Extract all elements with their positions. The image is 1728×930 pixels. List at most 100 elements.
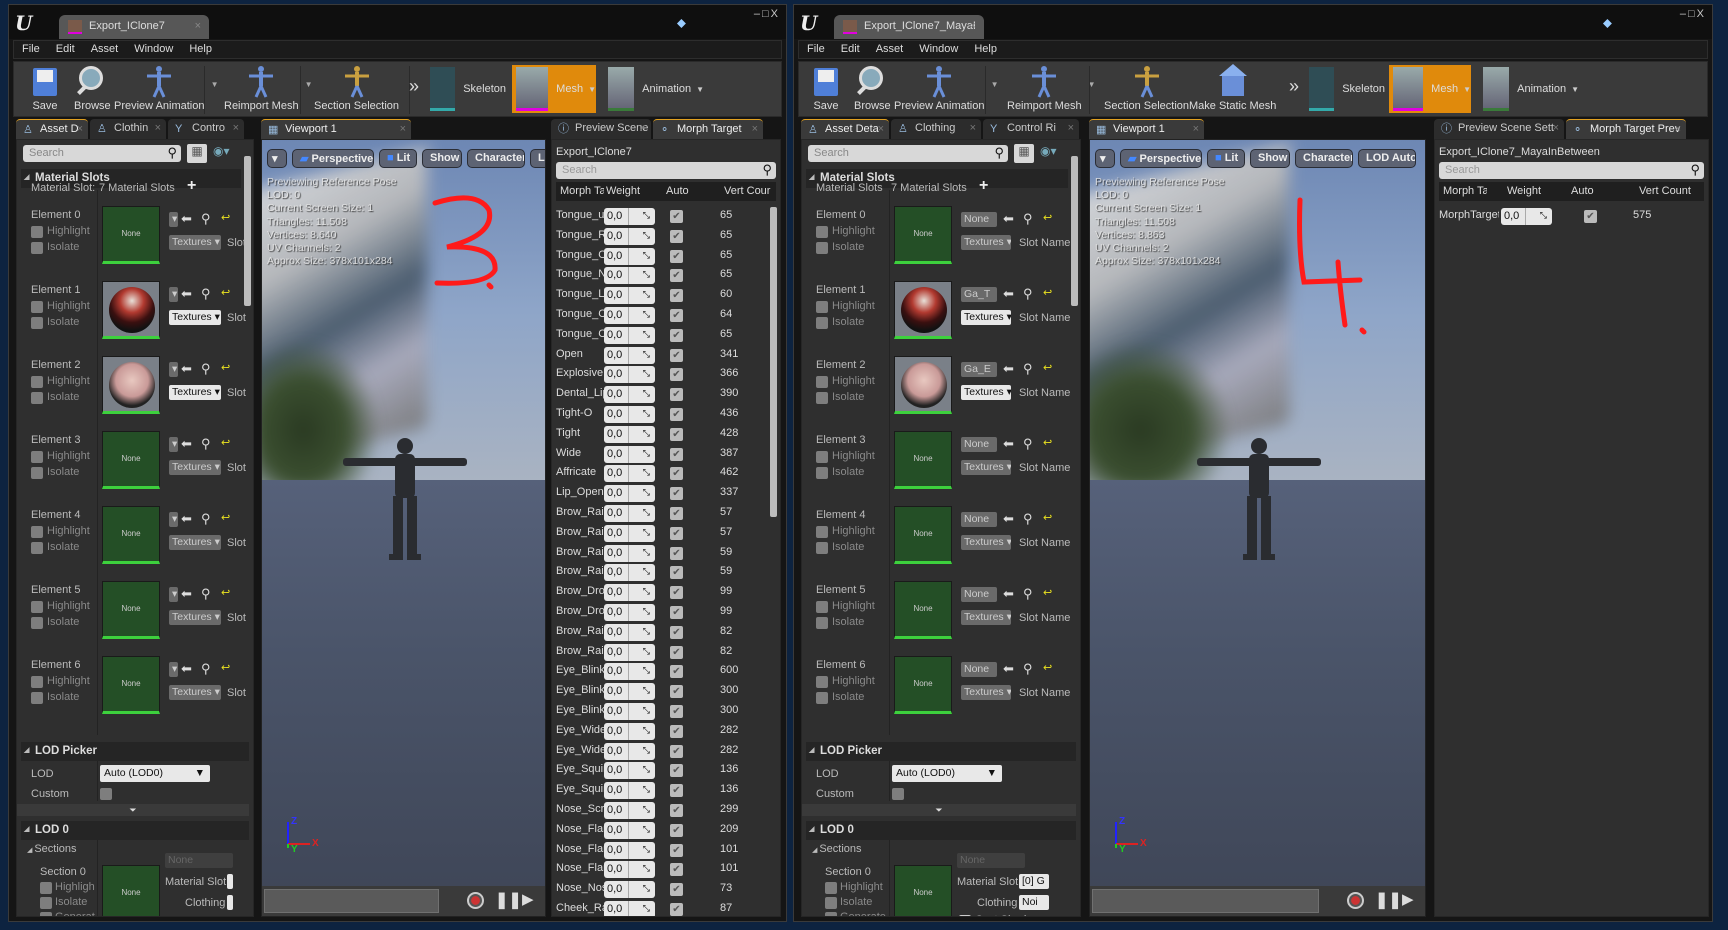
use-selected-arrow-icon[interactable]: ⬅ [181,586,192,602]
morph-target-row[interactable]: Open 0,0 ⤡ ✔ 341 [552,346,780,365]
textures-dropdown[interactable]: Textures ▾ [169,310,221,325]
morph-target-row[interactable]: Lip_Open 0,0 ⤡ ✔ 337 [552,484,780,503]
browse-asset-icon[interactable]: ⚲ [1023,286,1033,302]
auto-checkbox[interactable]: ✔ [670,645,683,659]
weight-spinbox[interactable]: 0,0 ⤡ [604,841,655,859]
weight-spinbox[interactable]: 0,0 ⤡ [604,386,655,404]
notification-icon[interactable]: ⬥ [677,15,686,31]
dropdown-arrow-icon[interactable]: ▼ [305,80,313,89]
reset-to-default-icon[interactable]: ↩ [221,211,230,224]
auto-checkbox[interactable]: ✔ [670,249,683,263]
clothing-dropdown[interactable]: Noi [1019,895,1049,910]
auto-checkbox[interactable]: ✔ [670,685,683,699]
morph-target-row[interactable]: Brow_Rais 0,0 ⤡ ✔ 57 [552,524,780,543]
use-selected-arrow-icon[interactable]: ⬅ [181,661,192,677]
close-tab-icon[interactable]: × [400,123,406,135]
maximize-button[interactable]: □ [762,8,769,20]
lod0-header[interactable]: LOD 0 [806,821,1076,840]
dropdown-arrow-icon[interactable]: ▼ [991,80,999,89]
menu-asset[interactable]: Asset [83,41,127,58]
material-thumbnail[interactable]: None [102,581,160,639]
toolbar-button-section-selection[interactable]: Section Selection [1104,64,1189,116]
custom-lod-checkbox[interactable] [892,788,904,800]
auto-checkbox[interactable]: ✔ [670,368,683,382]
highlight-checkbox[interactable] [816,676,828,688]
toolbar-button-browse[interactable]: Browse [854,64,891,116]
browse-asset-icon[interactable]: ⚲ [1023,661,1033,677]
auto-checkbox[interactable]: ✔ [670,408,683,421]
notification-icon[interactable]: ⬥ [1603,15,1612,31]
viewport-options-button[interactable]: ▾ [267,149,287,168]
tab-control-rig[interactable]: Y Contro × [168,119,244,139]
textures-dropdown[interactable]: Textures ▾ [961,310,1011,325]
use-selected-arrow-icon[interactable]: ⬅ [1003,361,1014,377]
use-selected-arrow-icon[interactable]: ⬅ [1003,286,1014,302]
auto-checkbox[interactable]: ✔ [670,467,683,481]
use-selected-arrow-icon[interactable]: ⬅ [181,361,192,377]
morph-target-row[interactable]: Nose_Nost0,0 ⤡ ✔ 73 [552,880,780,899]
morph-target-row[interactable]: Brow_Drop0,0 ⤡ ✔ 99 [552,603,780,622]
close-button[interactable]: X [1697,8,1704,20]
auto-checkbox[interactable]: ✔ [670,625,683,639]
morph-target-row[interactable]: Eye_Blink_0,0 ⤡ ✔ 300 [552,682,780,701]
morph-target-row[interactable]: Affricate 0,0 ⤡ ✔ 462 [552,464,780,483]
material-dropdown[interactable]: None [961,437,997,452]
weight-spinbox[interactable]: 0,0 ⤡ [604,564,655,582]
highlight-checkbox[interactable] [31,376,43,388]
morph-target-row[interactable]: Nose_Scru0,0 ⤡ ✔ 299 [552,801,780,820]
isolate-checkbox[interactable] [31,467,43,479]
morph-target-row[interactable]: Nose_Flan 0,0 ⤡ ✔ 101 [552,860,780,879]
reset-to-default-icon[interactable]: ↩ [221,361,230,374]
tab-clothing[interactable]: ♙ Clothing × [891,119,981,139]
weight-spinbox[interactable]: 0,0 ⤡ [604,703,655,720]
viewport-perspective-button[interactable]: ▰ Perspective [1120,149,1202,168]
material-thumbnail[interactable]: None [894,431,952,489]
auto-checkbox[interactable]: ✔ [670,507,683,520]
use-selected-arrow-icon[interactable]: ⬅ [181,511,192,527]
close-tab-icon[interactable]: × [1068,122,1074,134]
mode-dropdown-icon[interactable]: ▼ [696,85,704,94]
mode-animation[interactable]: Animation ▼ [1479,65,1579,113]
toolbar-button-make-static-mesh[interactable]: Make Static Mesh [1189,64,1276,116]
weight-spinbox[interactable]: 0,0 ⤡ [604,663,655,681]
tab-asset-details[interactable]: ♙ Asset Deta × [801,119,889,139]
material-dropdown[interactable]: None [961,587,997,602]
section-material-dropdown[interactable]: None [165,853,233,868]
weight-spinbox[interactable]: 0,0 ⤡ [604,326,655,344]
menu-file[interactable]: File [799,41,833,58]
lod-dropdown[interactable]: Auto (LOD0) ▼ [100,765,210,782]
material-thumbnail[interactable]: None [894,581,952,639]
morph-target-row[interactable]: Nose_Flan 0,0 ⤡ ✔ 209 [552,821,780,840]
column-header-vert-count[interactable]: Vert Cour [724,185,780,197]
weight-spinbox[interactable]: 0,0 ⤡ [604,782,655,800]
morph-scrollbar[interactable] [770,207,777,517]
auto-checkbox[interactable]: ✔ [670,309,683,322]
lod-dropdown[interactable]: Auto (LOD0) ▼ [892,765,1002,782]
auto-checkbox[interactable]: ✔ [670,328,683,342]
close-tab-icon[interactable]: × [1193,123,1199,135]
weight-spinbox[interactable]: 0,0 ⤡ [604,802,655,819]
mode-animation[interactable]: Animation ▼ [604,65,704,113]
isolate-checkbox[interactable] [31,542,43,554]
expand-advanced-icon[interactable]: ⏷ [802,804,1076,816]
textures-dropdown[interactable]: Textures ▾ [961,535,1011,550]
close-tab-icon[interactable]: × [1675,123,1681,135]
use-selected-arrow-icon[interactable]: ⬅ [1003,211,1014,227]
material-dropdown[interactable]: ▾ [169,512,178,527]
weight-spinbox[interactable]: 0,0 ⤡ [604,881,655,899]
auto-checkbox[interactable]: ✔ [670,210,683,223]
weight-spinbox[interactable]: 0,0 ⤡ [604,683,655,701]
record-button[interactable] [467,892,484,909]
menu-asset[interactable]: Asset [868,41,912,58]
morph-target-row[interactable]: Tight-O 0,0 ⤡ ✔ 436 [552,405,780,424]
menu-help[interactable]: Help [966,41,1005,58]
mode-skeleton[interactable]: Skeleton [426,65,506,113]
toolbar-button-section-selection[interactable]: Section Selection [314,64,399,116]
use-selected-arrow-icon[interactable]: ⬅ [1003,511,1014,527]
auto-checkbox[interactable]: ✔ [670,744,683,758]
weight-spinbox[interactable]: 0,0 ⤡ [604,307,655,324]
close-button[interactable]: X [771,8,778,20]
section-material-thumbnail[interactable]: None [102,865,160,916]
auto-checkbox[interactable]: ✔ [670,427,683,441]
lod-picker-header[interactable]: LOD Picker [806,742,1076,761]
